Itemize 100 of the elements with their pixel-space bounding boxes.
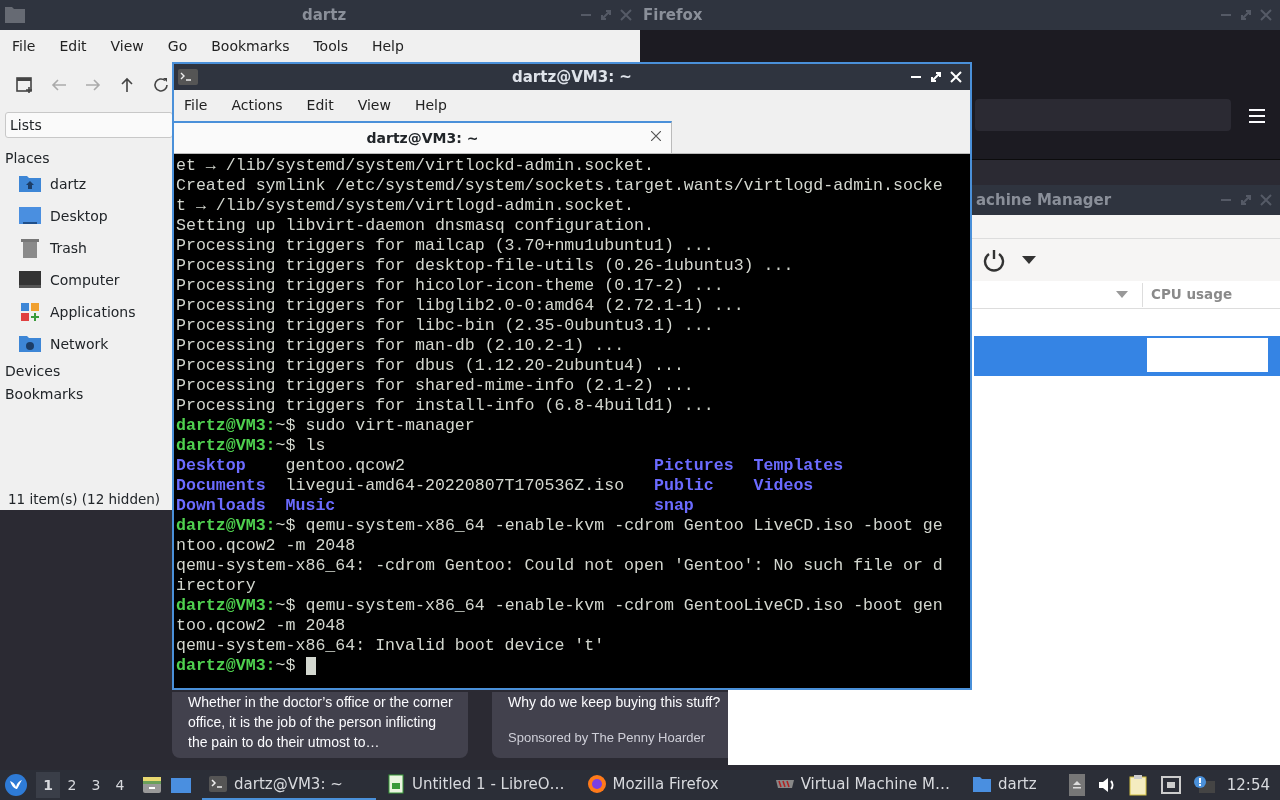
status-text: 11 item(s) (12 hidden) — [7, 489, 162, 509]
prompt-path: ~$ — [275, 416, 296, 436]
terminal-line: too.qcow2 -m 2048 — [176, 616, 347, 636]
terminal-icon — [208, 774, 228, 794]
terminal-line: Processing triggers for libglib2.0-0:amd64 (2.72.1-1) ... — [176, 296, 745, 316]
window-title: achine Manager — [976, 189, 1112, 211]
prompt-path: ~$ — [275, 596, 296, 616]
menu-item[interactable]: Help — [359, 35, 416, 57]
menu-item[interactable]: Edit — [47, 35, 99, 57]
article-card[interactable]: Whether in the doctor’s office or the corner office, it is the job of the person inflicting the pain to do their utmost to… — [172, 692, 468, 758]
article-text: Whether in the doctor’s office or the corner office, it is the job of the person inflicting the pain to do their utmost to… — [188, 693, 454, 752]
directory-name: Documents — [176, 476, 267, 496]
prompt-user: dartz@VM3: — [176, 656, 276, 676]
terminal-line: Processing triggers for dbus (1.12.20-2ubuntu4) ... — [176, 356, 685, 376]
prompt-path: ~$ — [275, 436, 296, 456]
sidebar-item[interactable]: Desktop — [0, 200, 172, 232]
menu-icon[interactable] — [1249, 109, 1265, 123]
taskbar-button[interactable]: dartz@VM3: ~ — [202, 770, 376, 800]
folder-icon — [971, 774, 992, 794]
terminal-line: Processing triggers for man-db (2.10.2-1) ... — [176, 336, 626, 356]
terminal-command: qemu-system-x86_64 -enable-kvm -cdrom GentooLiveCD.iso -boot gen — [304, 596, 943, 616]
clock[interactable]: 12:54 — [1226, 773, 1270, 797]
menu-item[interactable]: Go — [155, 35, 200, 57]
file-name: livegui-amd64-20220807T170536Z.iso — [285, 476, 626, 496]
terminal-line: Created symlink /etc/systemd/system/sockets.target.wants/virtlogd-admin.socke — [176, 176, 944, 196]
start-menu-icon[interactable] — [4, 773, 28, 797]
terminal-line: t → /lib/systemd/system/virtlogd-admin.socket. — [176, 196, 636, 216]
directory-name: Videos — [753, 476, 815, 496]
terminal-icon — [178, 69, 198, 85]
browser-icon — [586, 774, 607, 794]
show-desktop-icon[interactable] — [170, 775, 192, 795]
menu-item[interactable]: Actions — [219, 94, 295, 116]
menu-item[interactable]: Tools — [301, 35, 360, 57]
prompt-user: dartz@VM3: — [176, 516, 276, 536]
sidebar-item[interactable]: Applications — [0, 296, 172, 328]
window-title: Firefox — [643, 4, 703, 26]
terminal-command: ls — [304, 436, 326, 456]
trash-icon — [18, 236, 42, 260]
taskbar-button[interactable]: Untitled 1 - LibreO… — [380, 770, 571, 800]
directory-name: Music — [285, 496, 337, 516]
file-cabinet-icon[interactable] — [142, 775, 162, 795]
terminal-tab[interactable]: dartz@VM3: ~ — [174, 121, 672, 153]
window-title: dartz@VM3: ~ — [512, 66, 632, 88]
workspace-button[interactable]: 1 — [36, 772, 60, 798]
taskbar-button[interactable]: Virtual Machine M… — [768, 770, 956, 800]
prompt-user: dartz@VM3: — [176, 436, 276, 456]
menu-item[interactable]: Bookmarks — [199, 35, 302, 57]
eject-icon[interactable] — [1068, 774, 1085, 796]
notification-icon[interactable] — [1192, 775, 1215, 795]
terminal-line: Processing triggers for mailcap (3.70+nmu1ubuntu1) ... — [176, 236, 715, 256]
terminal-line: ntoo.qcow2 -m 2048 — [176, 536, 357, 556]
menu-item[interactable]: View — [98, 35, 156, 57]
menu-item[interactable]: File — [0, 35, 48, 57]
prompt-user: dartz@VM3: — [176, 416, 276, 436]
article-card[interactable]: Why do we keep buying this stuff? Sponsored by The Penny Hoarder — [492, 692, 728, 758]
sidebar-heading: Places — [4, 149, 51, 168]
new-window-icon[interactable] — [16, 76, 34, 94]
prompt-user: dartz@VM3: — [176, 596, 276, 616]
sidebar-item[interactable]: dartz — [0, 168, 172, 200]
directory-name: Templates — [753, 456, 845, 476]
menu-item[interactable]: Edit — [294, 94, 346, 116]
prompt-path: ~$ — [275, 656, 296, 676]
workspace-button[interactable]: 2 — [60, 772, 84, 798]
terminal-line: Processing triggers for libc-bin (2.35-0ubuntu3.1) ... — [176, 316, 715, 336]
directory-name: Public — [653, 476, 715, 496]
terminal-command: sudo virt-manager — [304, 416, 475, 436]
article-text: Why do we keep buying this stuff? — [508, 693, 722, 712]
folder-icon — [4, 5, 26, 25]
sidebar-heading[interactable]: Bookmarks — [0, 383, 172, 406]
reload-icon[interactable] — [152, 76, 170, 94]
close-icon[interactable] — [651, 131, 661, 141]
workspace-button[interactable]: 4 — [108, 772, 132, 798]
taskbar-button[interactable]: Mozilla Firefox — [580, 770, 725, 800]
terminal-line: qemu-system-x86_64: -cdrom Gentoo: Could not open 'Gentoo': No such file or d — [176, 556, 944, 576]
directory-name: Desktop — [176, 456, 247, 476]
sponsor-text: Sponsored by The Penny Hoarder — [508, 729, 707, 747]
sidebar-item[interactable]: Trash — [0, 232, 172, 264]
sidebar-item[interactable]: Computer — [0, 264, 172, 296]
sidebar-heading[interactable]: Devices — [0, 360, 172, 383]
selected-row[interactable] — [974, 336, 1280, 376]
sort-caret-icon[interactable] — [1116, 291, 1128, 298]
network-icon[interactable] — [1160, 776, 1181, 794]
terminal-line: qemu-system-x86_64: Invalid boot device 't' — [176, 636, 606, 656]
terminal-line: Setting up libvirt-daemon dnsmasq configuration. — [176, 216, 655, 236]
power-icon[interactable] — [982, 248, 1006, 272]
taskbar-button[interactable]: dartz — [965, 770, 1043, 800]
terminal-line: Processing triggers for desktop-file-utils (0.26-1ubuntu3) ... — [176, 256, 795, 276]
view-mode-dropdown[interactable]: Lists — [5, 112, 173, 138]
prompt-path: ~$ — [275, 516, 296, 536]
clipboard-icon[interactable] — [1128, 774, 1149, 796]
menu-item[interactable]: View — [345, 94, 403, 116]
sidebar-item[interactable]: Network — [0, 328, 172, 360]
terminal-line: Processing triggers for install-info (6.8-4build1) ... — [176, 396, 715, 416]
dropdown-caret-icon[interactable] — [1022, 256, 1036, 264]
applications-icon — [18, 300, 42, 324]
workspace-button[interactable]: 3 — [84, 772, 108, 798]
terminal-line: irectory — [176, 576, 257, 596]
menu-item[interactable]: Help — [402, 94, 459, 116]
terminal-line: Processing triggers for hicolor-icon-theme (0.17-2) ... — [176, 276, 725, 296]
menu-item[interactable]: File — [174, 94, 220, 116]
